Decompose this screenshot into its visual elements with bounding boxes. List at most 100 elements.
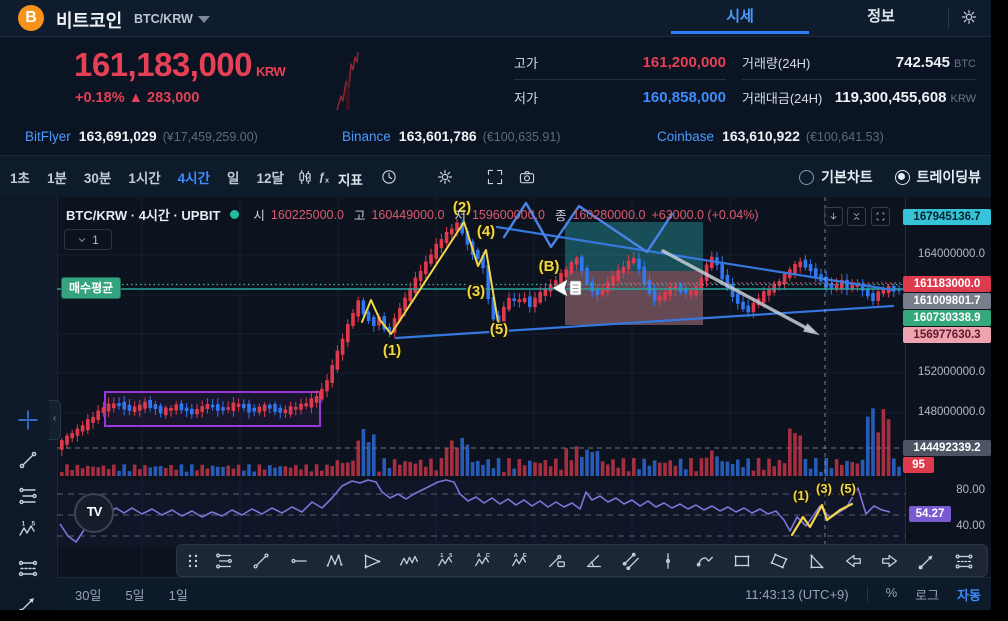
timeframe-1분[interactable]: 1분: [47, 167, 67, 187]
svg-text:C: C: [485, 552, 490, 558]
alert-clock-icon[interactable]: [380, 168, 398, 186]
chart-settings-icon[interactable]: [436, 168, 454, 186]
draw-tool-arrow-marker[interactable]: [908, 551, 945, 571]
tab-market-price[interactable]: 시세: [671, 0, 809, 33]
low-value: 160,858,000: [642, 88, 726, 106]
draw-tool-prism-pattern[interactable]: [353, 551, 390, 571]
axis-label-144492339.2: 144492339.2: [903, 440, 991, 456]
fullscreen-icon[interactable]: [486, 168, 504, 186]
timeframe-일[interactable]: 일: [227, 167, 239, 187]
exchange-name: BitFlyer: [25, 129, 71, 144]
timeframe-4시간[interactable]: 4시간: [178, 167, 210, 187]
draw-tool-pitchfork[interactable]: [945, 551, 982, 571]
crosshair-tool-icon[interactable]: [17, 409, 39, 431]
mode-basic-chart[interactable]: 기본차트: [799, 167, 873, 187]
radio-icon[interactable]: [894, 169, 910, 185]
clock: 11:43:13 (UTC+9): [745, 586, 849, 602]
maximize-pane-button[interactable]: [871, 207, 890, 226]
svg-text:5: 5: [449, 552, 453, 558]
scale-%[interactable]: %: [886, 585, 898, 604]
value-label: 거래대금(24H): [742, 90, 823, 106]
trend-line-tool-icon[interactable]: [17, 449, 39, 471]
draw-tool-vertical-line[interactable]: [649, 551, 686, 571]
draw-tool-horizontal-ray[interactable]: [279, 551, 316, 571]
draw-tool-trend-line[interactable]: [242, 551, 279, 571]
toolbar-drag-handle[interactable]: [181, 552, 205, 570]
chart-title: BTC/KRW · 4시간 · UPBIT: [66, 208, 221, 223]
range-30일[interactable]: 30일: [75, 585, 101, 604]
draw-tool-triangle[interactable]: [797, 551, 834, 571]
draw-tool-elliott-correction-a-c[interactable]: AC: [464, 551, 501, 571]
axis-label-167945136.7: 167945136.7: [903, 209, 991, 225]
buy-average-badge: 매수평균: [61, 277, 122, 299]
currency-label: KRW: [256, 64, 286, 79]
timeframe-1시간[interactable]: 1시간: [128, 167, 160, 187]
chart-statusbar: 30일 5일 1일 11:43:13 (UTC+9) % 로그 자동: [57, 577, 991, 610]
status-dot: [230, 210, 240, 219]
candle-style-icon[interactable]: [296, 168, 314, 186]
svg-text:x: x: [325, 176, 330, 185]
scale-자동[interactable]: 자동: [957, 585, 981, 604]
range-buttons: 30일 5일 1일: [75, 585, 212, 604]
fib-retracement-tool-icon[interactable]: [17, 485, 39, 507]
settings-gear-icon[interactable]: [960, 8, 978, 26]
window-edge-right: [991, 0, 1008, 621]
exchange-converted: (€100,635.91): [482, 130, 561, 144]
draw-tool-parallel-channel[interactable]: [612, 551, 649, 571]
price-chart-canvas[interactable]: (1)(2)(3)(4)(5)(B)(1) (3) (5): [57, 197, 905, 578]
axis-label-164000000.0: 164000000.0: [917, 248, 985, 260]
axis-label-95: 95: [903, 457, 934, 473]
draw-tool-fib-retracement[interactable]: [205, 551, 242, 571]
draw-tool-xabcd-pattern[interactable]: [316, 551, 353, 571]
collapse-pane-button[interactable]: [847, 207, 866, 226]
value-value: 119,300,455,608 KRW: [834, 88, 976, 106]
svg-text:1: 1: [22, 521, 26, 528]
radio-icon[interactable]: [799, 169, 815, 185]
pitchfork-tool-icon[interactable]: [17, 557, 39, 579]
svg-text:A: A: [476, 552, 481, 558]
indicator-label[interactable]: 지표: [338, 169, 363, 189]
tradingview-logo[interactable]: TV: [74, 493, 114, 533]
draw-tool-long-position[interactable]: [538, 551, 575, 571]
scale-로그[interactable]: 로그: [915, 585, 939, 604]
exchange-binance: Binance 163,601,786 (€100,635.91): [342, 128, 561, 144]
svg-text:5: 5: [32, 521, 36, 528]
coin-pair: BTC/KRW: [134, 12, 193, 26]
draw-tool-arrow-right[interactable]: [871, 551, 908, 571]
arrow-marker-tool-icon[interactable]: [17, 593, 39, 610]
scroll-to-recent-button[interactable]: [824, 207, 843, 226]
indicator-fx-icon[interactable]: ƒx: [316, 168, 334, 186]
timeframe-selector: 1초 1분 30분 1시간 4시간 일 12달: [10, 156, 314, 198]
axis-label-161009801.7: 161009801.7: [903, 293, 991, 309]
draw-tool-three-drives-pattern[interactable]: [390, 551, 427, 571]
screenshot-camera-icon[interactable]: [518, 168, 536, 186]
coin-name: 비트코인: [56, 11, 123, 31]
draw-tool-elliott-wave-a-e[interactable]: AE: [501, 551, 538, 571]
range-5일[interactable]: 5일: [125, 585, 144, 604]
price-change: +0.18% ▲ 283,000: [75, 90, 200, 106]
tab-info[interactable]: 정보: [846, 0, 916, 33]
wave-label-(1): (1): [793, 488, 809, 503]
elliott-wave-tool-icon[interactable]: 15: [17, 519, 39, 541]
low-label: 저가: [514, 90, 538, 106]
coin-dropdown-icon[interactable]: [198, 16, 210, 23]
legend-collapse-button[interactable]: 1: [64, 229, 112, 250]
svg-text:1: 1: [440, 552, 444, 558]
timeframe-12달[interactable]: 12달: [256, 167, 283, 187]
current-price: 161,183,000 KRW: [74, 46, 286, 83]
timeframe-1초[interactable]: 1초: [10, 167, 30, 187]
draw-tool-trend-angle[interactable]: [575, 551, 612, 571]
draw-tool-rectangle[interactable]: [723, 551, 760, 571]
draw-tool-brush[interactable]: [686, 551, 723, 571]
draw-tool-arrow-left[interactable]: [834, 551, 871, 571]
bitcoin-logo-icon: B: [18, 5, 44, 31]
mode-tradingview[interactable]: 트레이딩뷰: [894, 167, 981, 187]
timeframe-30분[interactable]: 30분: [84, 167, 111, 187]
range-1일[interactable]: 1일: [169, 585, 188, 604]
axis-label-160730338.9: 160730338.9: [903, 310, 991, 326]
volume-value: 742.545 BTC: [895, 54, 976, 71]
draw-tool-elliott-impulse-1-5[interactable]: 15: [427, 551, 464, 571]
chart-mode-switch: 기본차트 트레이딩뷰: [799, 156, 981, 198]
draw-tool-rotated-rectangle[interactable]: [760, 551, 797, 571]
volume-label: 거래량(24H): [742, 56, 811, 71]
